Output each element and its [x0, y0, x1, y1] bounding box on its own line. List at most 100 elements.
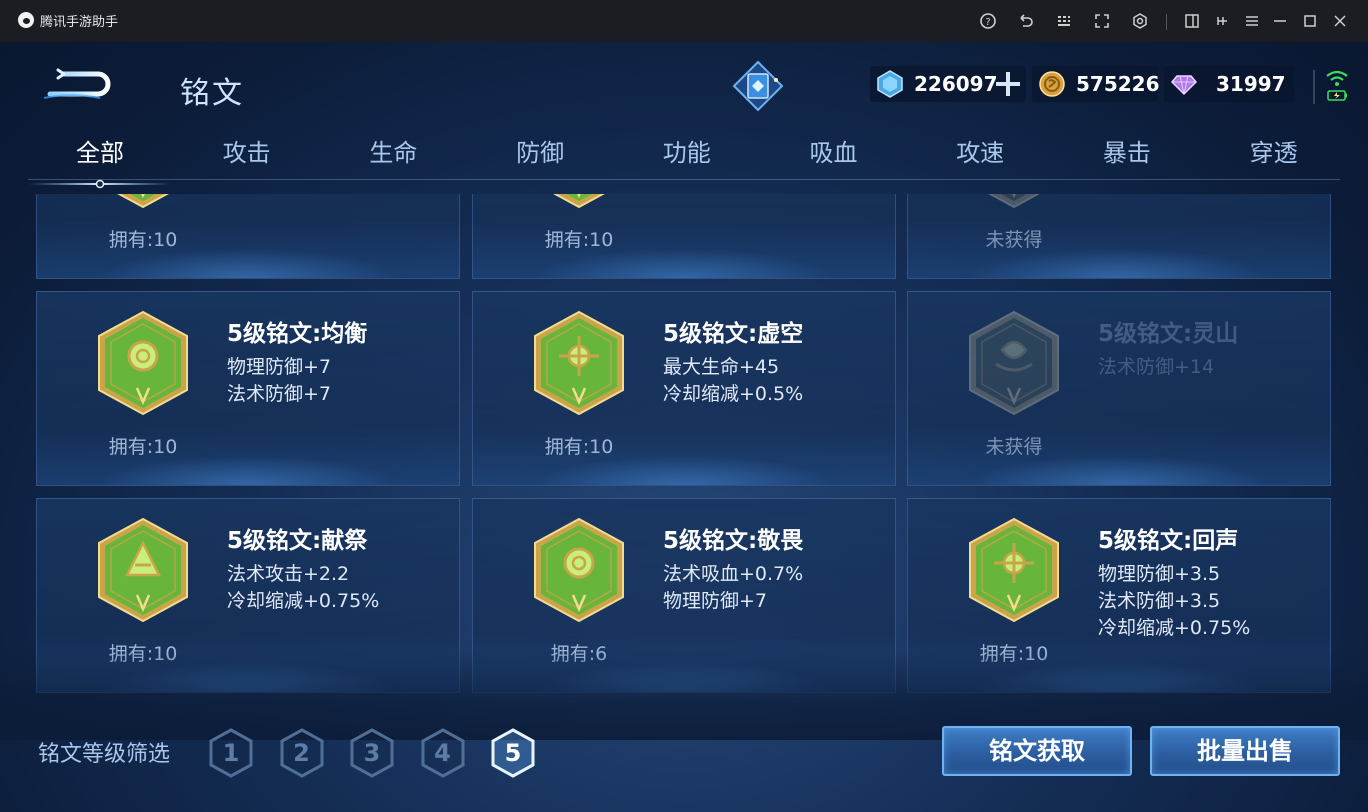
close-icon[interactable] — [1330, 11, 1350, 31]
title-bar: 腾讯手游助手 ? — [0, 0, 1368, 42]
window-title: 腾讯手游助手 — [40, 15, 119, 30]
purple-gem-icon — [1170, 70, 1198, 98]
inscription-stat: 最大生命+45 — [663, 356, 780, 378]
inscription-name: 5级铭文:虚空 — [663, 321, 804, 347]
tab-7[interactable]: 攻速 — [920, 134, 1040, 180]
level-filter-5[interactable]: 5 — [490, 728, 536, 778]
fullscreen-icon[interactable] — [1092, 11, 1112, 31]
gold-coin-icon — [1038, 70, 1066, 98]
tabs-divider — [28, 179, 1340, 180]
not-obtained-label: 未获得 — [985, 229, 1043, 251]
inscription-card[interactable]: 5级铭文:灵山法术防御+14 未获得 — [907, 291, 1331, 486]
tab-5[interactable]: 功能 — [627, 134, 747, 180]
inscription-card[interactable]: 5级铭文:回声物理防御+3.5 法术防御+3.5 冷却缩减+0.75% 拥有:10 — [907, 498, 1331, 693]
inscription-card[interactable]: 拥有:10 — [472, 194, 896, 279]
inscription-stat: 法术防御+3.5 — [1098, 590, 1221, 612]
inscription-emblem-icon — [966, 194, 1062, 209]
sidebar-icon[interactable] — [1182, 11, 1202, 31]
inscription-stat: 法术攻击+2.2 — [227, 563, 350, 585]
inscription-emblem-icon — [966, 517, 1062, 623]
settings-gear-icon[interactable] — [1130, 11, 1150, 31]
gold-currency: 575226 — [1032, 66, 1160, 102]
level-filter-label: 3 — [363, 739, 381, 767]
tab-3[interactable]: 生命 — [333, 134, 453, 180]
card-glow — [97, 248, 397, 278]
acquire-inscription-button[interactable]: 铭文获取 — [942, 726, 1132, 776]
inscription-stat: 物理防御+7 — [227, 356, 332, 378]
level-filter-3[interactable]: 3 — [349, 728, 395, 778]
owned-count: 拥有:10 — [979, 643, 1049, 665]
level-filter-label: 5 — [504, 739, 522, 767]
level-filter-label: 4 — [434, 739, 451, 767]
minimize-icon[interactable] — [1270, 11, 1290, 31]
undo-icon[interactable] — [1016, 11, 1036, 31]
level-filter-label: 铭文等级筛选 — [38, 742, 171, 767]
card-glow — [97, 455, 397, 485]
level-filter-4[interactable]: 4 — [420, 728, 466, 778]
inscription-book-icon — [730, 60, 786, 112]
gem-amount: 31997 — [1216, 72, 1286, 96]
wifi-battery-icon — [1325, 68, 1349, 104]
game-screen: 铭文 226097 575226 31997 全部 攻击 生命 防御 功能 吸血… — [0, 42, 1368, 812]
inscription-card[interactable]: 5级铭文:敬畏法术吸血+0.7% 物理防御+7 拥有:6 — [472, 498, 896, 693]
help-icon[interactable]: ? — [978, 11, 998, 31]
diamond-icon — [876, 70, 904, 98]
inscription-emblem-icon — [95, 517, 191, 623]
inscription-card[interactable]: 未获得 — [907, 194, 1331, 279]
inscription-stat: 法术吸血+0.7% — [663, 563, 804, 585]
inscription-name: 5级铭文:灵山 — [1098, 321, 1239, 347]
inscription-emblem-icon — [95, 194, 191, 209]
card-glow — [968, 662, 1268, 692]
page-title: 铭文 — [180, 76, 244, 111]
owned-count: 拥有:10 — [544, 436, 614, 458]
inscription-card[interactable]: 5级铭文:献祭 法术攻击+2.2 冷却缩减+0.75% 拥有:10 — [36, 498, 460, 693]
owned-count: 拥有:10 — [544, 229, 614, 251]
card-glow — [968, 455, 1268, 485]
level-filter-label: 2 — [293, 739, 310, 767]
diamond-amount: 226097 — [914, 72, 998, 96]
tab-2[interactable]: 攻击 — [187, 134, 307, 180]
keyboard-map-icon[interactable] — [1054, 11, 1074, 31]
level-filter-1[interactable]: 1 — [208, 728, 254, 778]
hud-divider — [1313, 70, 1315, 104]
inscription-emblem-icon — [95, 310, 191, 416]
inscription-stat: 物理防御+3.5 — [1098, 563, 1221, 585]
inscription-stat: 冷却缩减+0.5% — [663, 383, 804, 405]
owned-count: 拥有:6 — [550, 643, 608, 665]
tab-8[interactable]: 暴击 — [1067, 134, 1187, 180]
inscription-name: 5级铭文:献祭 — [227, 528, 368, 554]
inscription-stat: 物理防御+7 — [663, 590, 768, 612]
card-glow — [533, 662, 833, 692]
inscription-name: 5级铭文:敬畏 — [663, 528, 804, 554]
owned-count: 拥有:10 — [108, 436, 178, 458]
inscription-stat: 法术防御+14 — [1098, 356, 1215, 378]
add-diamond-button[interactable] — [996, 72, 1020, 96]
menu-icon[interactable] — [1242, 11, 1262, 31]
tab-4[interactable]: 防御 — [480, 134, 600, 180]
level-filter-2[interactable]: 2 — [279, 728, 325, 778]
svg-text:?: ? — [985, 17, 990, 28]
app-logo-icon — [18, 12, 34, 28]
inscription-stat: 冷却缩减+0.75% — [1098, 617, 1251, 639]
card-glow — [533, 248, 833, 278]
inscription-list[interactable]: 法术穿透+6.4拥有:10 拥有:10 未获得 5级铭文:均衡物理防御+7 法术防御+7… — [0, 194, 1368, 732]
inscription-emblem-icon — [966, 310, 1062, 416]
owned-count: 拥有:10 — [108, 643, 178, 665]
gem-currency: 31997 — [1164, 66, 1294, 102]
active-tab-indicator — [28, 174, 172, 189]
bulk-sell-button[interactable]: 批量出售 — [1150, 726, 1340, 776]
inscription-name: 5级铭文:均衡 — [227, 321, 368, 347]
inscription-card[interactable]: 5级铭文:虚空最大生命+45 冷却缩减+0.5% 拥有:10 — [472, 291, 896, 486]
inscription-card[interactable]: 法术穿透+6.4拥有:10 — [36, 194, 460, 279]
pin-icon[interactable] — [1212, 11, 1232, 31]
page-header: 铭文 226097 575226 31997 全部 攻击 生命 防御 功能 吸血… — [0, 42, 1368, 189]
inscription-stat: 法术防御+7 — [227, 383, 332, 405]
inscription-emblem-icon — [531, 310, 627, 416]
not-obtained-label: 未获得 — [985, 436, 1043, 458]
inscription-name: 5级铭文:回声 — [1098, 528, 1239, 554]
tab-6[interactable]: 吸血 — [774, 134, 894, 180]
inscription-card[interactable]: 5级铭文:均衡物理防御+7 法术防御+7 拥有:10 — [36, 291, 460, 486]
tab-9[interactable]: 穿透 — [1214, 134, 1334, 180]
maximize-icon[interactable] — [1300, 11, 1320, 31]
back-button[interactable] — [40, 64, 116, 104]
